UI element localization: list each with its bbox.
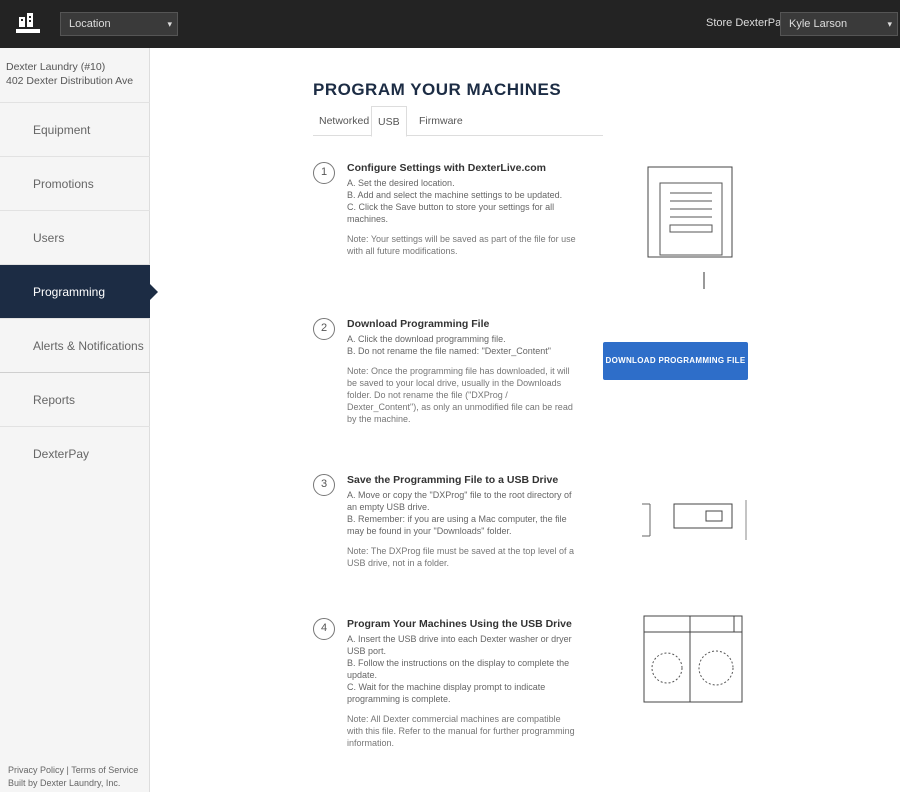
sidebar-footer: Privacy Policy | Terms of Service Built … [8,764,138,790]
step-number: 2 [313,318,335,340]
step-line: B. Remember: if you are using a Mac comp… [347,514,567,536]
step-title: Configure Settings with DexterLive.com [347,162,546,174]
top-bar: Location ▾ Store DexterPay Kyle Larson ▾ [0,0,900,48]
tab-networked[interactable]: Networked [313,106,375,136]
chevron-down-icon: ▾ [167,19,172,29]
download-programming-file-button[interactable]: DOWNLOAD PROGRAMMING FILE [603,342,748,380]
step-title: Save the Programming File to a USB Drive [347,474,559,486]
sidebar: Dexter Laundry (#10) 402 Dexter Distribu… [0,48,158,792]
footer-credit: Built by Dexter Laundry, Inc. [8,778,121,788]
tab-firmware[interactable]: Firmware [413,106,469,136]
step-line: A. Click the download programming file. [347,334,506,344]
step-line: A. Move or copy the "DXProg" file to the… [347,490,572,512]
step-note: Note: All Dexter commercial machines are… [347,714,575,748]
step-line: B. Follow the instructions on the displa… [347,658,570,680]
step-line: A. Insert the USB drive into each Dexter… [347,634,572,656]
store-info: Dexter Laundry (#10) 402 Dexter Distribu… [6,60,146,88]
footer-legal-links[interactable]: Privacy Policy | Terms of Service [8,764,138,777]
step-number: 3 [313,474,335,496]
tab-usb[interactable]: USB [371,106,407,137]
sidebar-nav: Equipment Promotions Users Programming A… [0,102,158,480]
step-line: C. Click the Save button to store your s… [347,202,555,224]
sidebar-item-promotions[interactable]: Promotions [0,156,150,210]
step-body: Download Programming File A. Click the d… [347,318,577,425]
step-number: 4 [313,618,335,640]
dexterpay-link[interactable]: Store DexterPay [706,17,787,29]
sidebar-item-equipment[interactable]: Equipment [0,102,150,156]
step-note: Note: Your settings will be saved as par… [347,234,576,256]
location-select[interactable]: Location ▾ [60,12,178,36]
step-line: B. Do not rename the file named: "Dexter… [347,346,551,356]
user-select[interactable]: Kyle Larson ▾ [780,12,898,36]
page-title: PROGRAM YOUR MACHINES [313,80,562,99]
dexter-logo[interactable] [13,9,43,39]
programming-tabs: Networked USB Firmware [313,106,603,137]
step-title: Download Programming File [347,318,490,330]
sidebar-item-dexterpay[interactable]: DexterPay [0,426,150,480]
washer-machines-illustration [643,615,743,703]
sidebar-item-programming[interactable]: Programming [0,264,158,318]
store-name: Dexter Laundry (#10) [6,61,106,73]
step-title: Program Your Machines Using the USB Driv… [347,618,572,630]
step-line: A. Set the desired location. [347,178,455,188]
usb-drive-illustration [642,500,747,540]
step-line: C. Wait for the machine display prompt t… [347,682,546,704]
location-select-value: Location [69,18,111,30]
step-body: Configure Settings with DexterLive.com A… [347,162,577,257]
step-note: Note: The DXProg file must be saved at t… [347,546,574,568]
step-number: 1 [313,162,335,184]
settings-page-illustration [647,166,733,289]
sidebar-item-reports[interactable]: Reports [0,372,150,426]
step-note: Note: Once the programming file has down… [347,366,573,424]
step-body: Program Your Machines Using the USB Driv… [347,618,577,749]
sidebar-item-users[interactable]: Users [0,210,150,264]
step-body: Save the Programming File to a USB Drive… [347,474,577,569]
chevron-down-icon: ▾ [887,19,892,29]
user-select-value: Kyle Larson [789,18,848,30]
step-line: B. Add and select the machine settings t… [347,190,563,200]
store-address: 402 Dexter Distribution Ave [6,75,134,87]
sidebar-item-alerts[interactable]: Alerts & Notifications [0,318,150,372]
